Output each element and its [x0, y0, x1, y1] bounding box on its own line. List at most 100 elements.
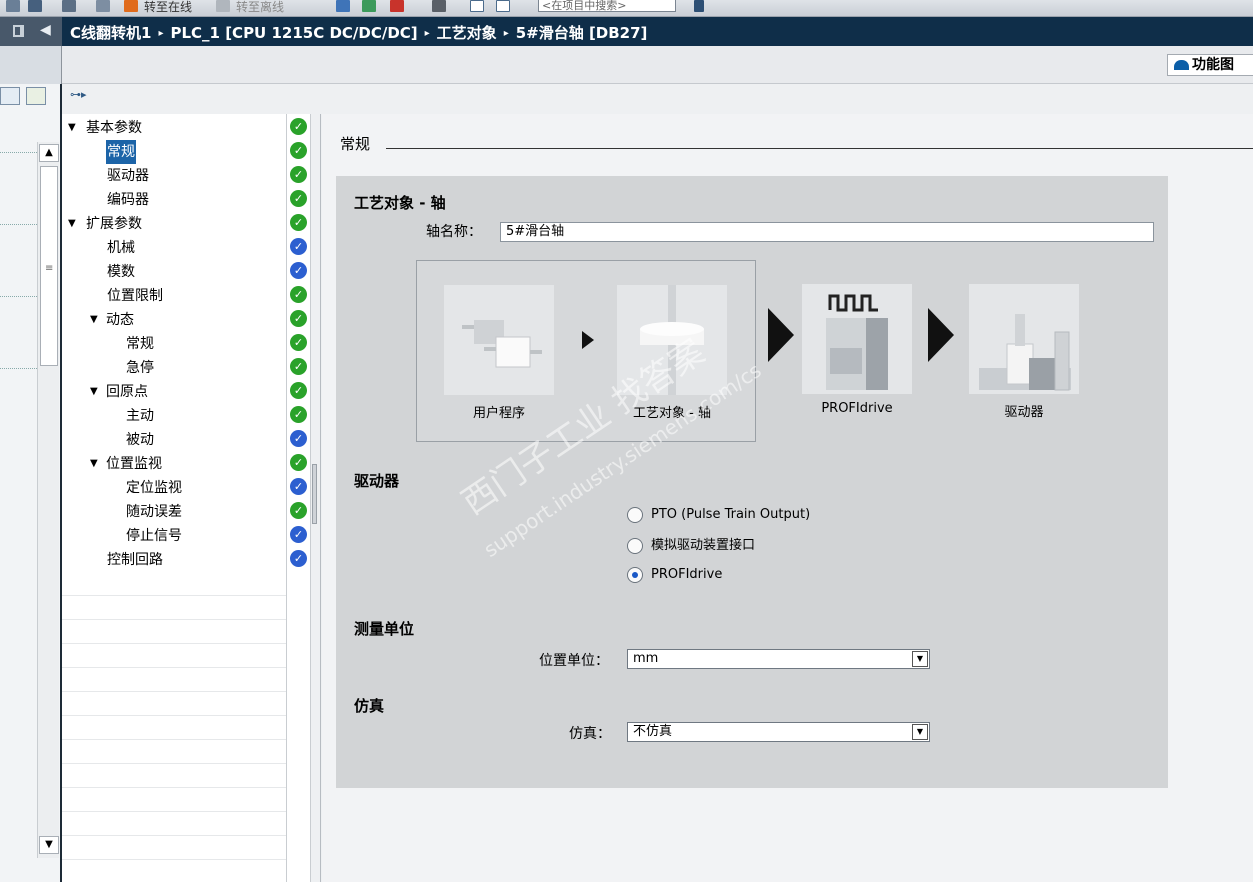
nav-label: 基本参数	[86, 120, 142, 136]
nav-label: 回原点	[106, 384, 148, 400]
cross-reference-icon[interactable]	[362, 0, 376, 12]
go-online-button[interactable]: 转至在线	[144, 0, 192, 15]
nav-label: 常规	[106, 140, 136, 164]
project-search-input[interactable]: <在项目中搜索>	[538, 0, 676, 12]
status-ok-icon: ✓	[290, 214, 307, 231]
nav-item-dynamics-general[interactable]: 常规	[62, 332, 286, 356]
status-info-icon: ✓	[290, 478, 307, 495]
nav-empty-row	[62, 620, 286, 644]
nav-label: 位置监视	[106, 456, 162, 472]
nav-label: 控制回路	[107, 552, 163, 568]
compile-icon[interactable]	[96, 0, 110, 12]
breadcrumb-item-axis[interactable]: 5#滑台轴 [DB27]	[516, 24, 648, 42]
position-unit-select[interactable]: mm ▼	[627, 649, 930, 669]
project-tree-pane: ▲ ≡ ▼	[0, 84, 62, 882]
arrow-right-icon	[582, 331, 594, 349]
nav-item-standstill-signal[interactable]: 停止信号	[62, 524, 286, 548]
nav-item-drive[interactable]: 驱动器	[62, 164, 286, 188]
status-ok-icon: ✓	[290, 190, 307, 207]
go-online-icon[interactable]	[124, 0, 138, 12]
nav-item-active-homing[interactable]: 主动	[62, 404, 286, 428]
dropdown-arrow-icon[interactable]: ▼	[912, 724, 928, 740]
pane-splitter[interactable]	[311, 114, 321, 882]
back-arrow-icon[interactable]: ◀	[40, 22, 51, 38]
stop-cpu-icon[interactable]	[390, 0, 404, 12]
monitor-all-icon[interactable]: ⊶▸	[70, 88, 87, 101]
breadcrumb-item-project[interactable]: C线翻转机1	[70, 24, 151, 42]
dropdown-arrow-icon[interactable]: ▼	[912, 651, 928, 667]
tab-function-view[interactable]: 功能图	[1167, 54, 1253, 76]
splitter-handle-icon[interactable]	[312, 464, 317, 524]
status-ok-icon: ✓	[290, 382, 307, 399]
nav-label: 编码器	[107, 192, 149, 208]
nav-item-basic-params[interactable]: ▼ 基本参数	[62, 116, 286, 140]
nav-item-position-limits[interactable]: 位置限制	[62, 284, 286, 308]
status-ok-icon: ✓	[290, 118, 307, 135]
nav-item-encoder[interactable]: 编码器	[62, 188, 286, 212]
axis-name-label: 轴名称：	[426, 224, 482, 240]
radio-button-icon[interactable]	[627, 538, 643, 554]
split-horizontal-icon[interactable]	[470, 0, 484, 12]
radio-button-checked-icon[interactable]	[627, 567, 643, 583]
parameter-editor: 常规 工艺对象 - 轴 轴名称： 5#滑台轴 用户程序 工艺对象 - 轴 PRO…	[322, 114, 1253, 882]
download-icon[interactable]	[62, 0, 76, 12]
top-toolbar: 转至在线 转至离线 <在项目中搜索>	[0, 0, 1253, 17]
nav-label: 急停	[126, 360, 154, 376]
nav-empty-row	[62, 812, 286, 836]
split-vertical-icon[interactable]	[496, 0, 510, 12]
row-divider	[62, 859, 286, 860]
status-info-icon: ✓	[290, 526, 307, 543]
expanded-caret-icon[interactable]: ▼	[68, 212, 76, 236]
expanded-caret-icon[interactable]: ▼	[90, 380, 98, 404]
pane-toggle-icon[interactable]	[13, 25, 24, 37]
nav-item-position-monitoring[interactable]: ▼ 位置监视	[62, 452, 286, 476]
profidrive-icon	[802, 284, 912, 394]
nav-item-extended-params[interactable]: ▼ 扩展参数	[62, 212, 286, 236]
nav-item-passive-homing[interactable]: 被动	[62, 428, 286, 452]
expanded-caret-icon[interactable]: ▼	[90, 308, 98, 332]
axis-name-field[interactable]: 5#滑台轴	[500, 222, 1154, 242]
table-view-icon[interactable]	[0, 87, 20, 105]
go-offline-button[interactable]: 转至离线	[236, 0, 284, 15]
search-go-icon[interactable]	[694, 0, 704, 12]
section-rule	[386, 148, 1253, 149]
nav-label: 扩展参数	[86, 216, 142, 232]
status-info-icon: ✓	[290, 430, 307, 447]
section-title: 常规	[340, 135, 371, 153]
scrollbar-thumb[interactable]: ≡	[40, 166, 58, 366]
breadcrumb-item-tech-objects[interactable]: 工艺对象	[437, 24, 497, 42]
nav-item-emergency-stop[interactable]: 急停	[62, 356, 286, 380]
status-ok-icon: ✓	[290, 454, 307, 471]
status-ok-icon: ✓	[290, 406, 307, 423]
arrow-right-icon	[928, 308, 954, 362]
scroll-down-icon[interactable]: ▼	[39, 836, 59, 854]
units-section-title: 测量单位	[354, 620, 415, 638]
nav-item-following-error[interactable]: 随动误差	[62, 500, 286, 524]
function-view-icon	[1174, 60, 1189, 70]
nav-item-modulo[interactable]: 模数	[62, 260, 286, 284]
tree-scrollbar[interactable]: ▲ ≡ ▼	[37, 142, 59, 858]
nav-empty-row	[62, 716, 286, 740]
nav-item-general[interactable]: 常规	[62, 140, 286, 164]
nav-label: 动态	[106, 312, 134, 328]
nav-item-positioning-monitoring[interactable]: 定位监视	[62, 476, 286, 500]
export-icon[interactable]	[26, 87, 46, 105]
print-icon[interactable]	[28, 0, 42, 12]
save-project-icon[interactable]	[6, 0, 20, 12]
nav-item-mechanics[interactable]: 机械	[62, 236, 286, 260]
nav-empty-row	[62, 740, 286, 764]
accessible-devices-icon[interactable]	[336, 0, 350, 12]
expanded-caret-icon[interactable]: ▼	[68, 116, 76, 140]
radio-profidrive-label: PROFIdrive	[651, 567, 723, 582]
nav-item-control-loop[interactable]: 控制回路	[62, 548, 286, 572]
nav-label: 定位监视	[126, 480, 182, 496]
scroll-up-icon[interactable]: ▲	[39, 144, 59, 162]
nav-item-dynamics[interactable]: ▼ 动态	[62, 308, 286, 332]
simulation-select[interactable]: 不仿真 ▼	[627, 722, 930, 742]
close-icon[interactable]	[432, 0, 446, 12]
go-offline-icon[interactable]	[216, 0, 230, 12]
radio-button-icon[interactable]	[627, 507, 643, 523]
nav-item-homing[interactable]: ▼ 回原点	[62, 380, 286, 404]
expanded-caret-icon[interactable]: ▼	[90, 452, 98, 476]
breadcrumb-item-plc[interactable]: PLC_1 [CPU 1215C DC/DC/DC]	[170, 24, 417, 42]
